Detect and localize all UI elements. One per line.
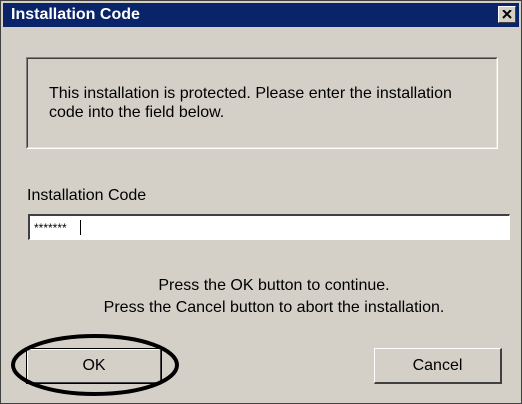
instruction-continue: Press the OK button to continue.	[158, 277, 390, 294]
close-icon	[502, 10, 512, 19]
close-button[interactable]	[498, 6, 516, 23]
installation-code-input[interactable]	[28, 214, 510, 240]
ok-highlight-ellipse	[11, 334, 179, 396]
info-panel: This installation is protected. Please e…	[26, 57, 498, 149]
installation-code-dialog: Installation Code This installation is p…	[0, 0, 522, 404]
title-bar[interactable]: Installation Code	[3, 3, 519, 27]
cancel-button[interactable]: Cancel	[374, 348, 502, 384]
info-message: This installation is protected. Please e…	[49, 85, 452, 121]
window-title: Installation Code	[11, 6, 140, 23]
installation-code-label: Installation Code	[27, 187, 147, 204]
instruction-abort: Press the Cancel button to abort the ins…	[103, 299, 445, 316]
text-caret	[80, 220, 81, 235]
